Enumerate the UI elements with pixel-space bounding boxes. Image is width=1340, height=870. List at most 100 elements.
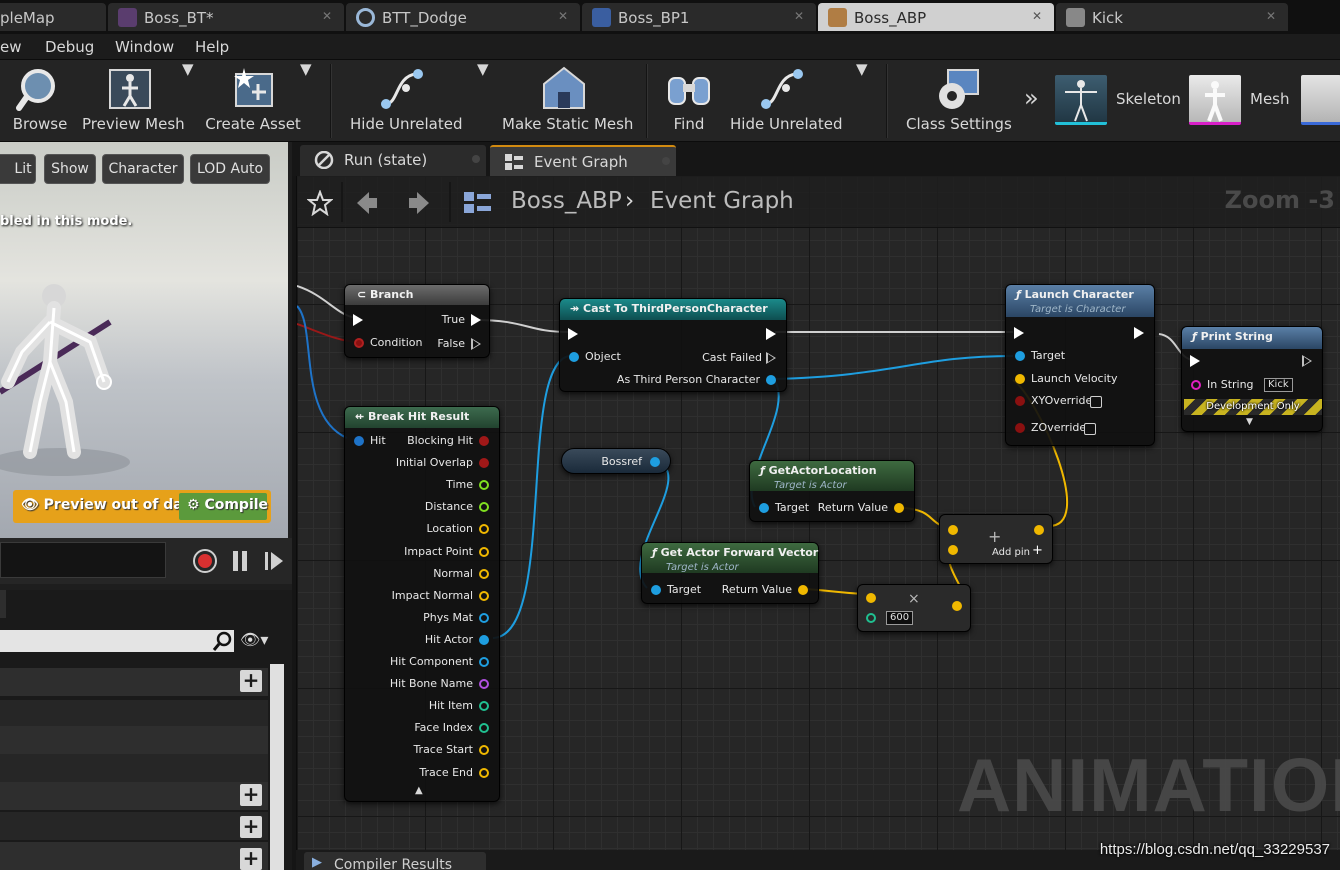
print-string-node[interactable]: ƒ Print String In String Kick Developmen… bbox=[1181, 326, 1323, 432]
lod-button[interactable]: LOD Auto bbox=[190, 154, 270, 184]
panel-tab[interactable] bbox=[0, 590, 6, 618]
close-icon[interactable]: ✕ bbox=[322, 9, 332, 23]
add-button[interactable]: + bbox=[240, 848, 262, 870]
b-pin[interactable] bbox=[948, 545, 958, 555]
object-pin[interactable] bbox=[569, 352, 579, 362]
make-static-mesh-button[interactable]: Make Static Mesh bbox=[502, 60, 633, 140]
break-hit-output-pin[interactable] bbox=[479, 723, 489, 734]
list-item[interactable] bbox=[0, 700, 268, 728]
a-pin[interactable] bbox=[948, 525, 958, 535]
break-hit-output-pin[interactable] bbox=[479, 679, 489, 690]
tab-event-graph[interactable]: Event Graph bbox=[490, 145, 676, 176]
b-pin[interactable] bbox=[866, 613, 876, 623]
breadcrumb-asset[interactable]: Boss_ABP bbox=[511, 188, 622, 214]
hit-pin[interactable] bbox=[354, 436, 364, 446]
exec-in-pin[interactable] bbox=[568, 328, 578, 340]
bossref-pin[interactable] bbox=[650, 457, 660, 467]
list-item[interactable] bbox=[0, 726, 268, 754]
lit-button[interactable]: Lit bbox=[0, 154, 36, 184]
menu-view[interactable]: ew bbox=[0, 38, 22, 56]
bossref-node[interactable]: Bossref bbox=[561, 448, 671, 474]
return-value-pin[interactable] bbox=[798, 585, 808, 595]
get-actor-location-node[interactable]: ƒ GetActorLocation Target is Actor Targe… bbox=[749, 460, 915, 522]
branch-node[interactable]: ⊂ Branch True Condition False bbox=[344, 284, 490, 358]
multiply-value-input[interactable]: 600 bbox=[886, 611, 914, 625]
search-input[interactable] bbox=[0, 630, 234, 652]
break-hit-output-pin[interactable] bbox=[479, 458, 489, 469]
list-item[interactable] bbox=[0, 842, 268, 870]
skeleton-thumbnail[interactable] bbox=[1055, 75, 1107, 125]
exec-out-pin[interactable] bbox=[766, 328, 776, 340]
close-icon[interactable]: ✕ bbox=[1032, 9, 1042, 23]
break-hit-output-pin[interactable] bbox=[479, 745, 489, 756]
chevron-down-icon[interactable]: ▼ bbox=[182, 60, 194, 140]
a-pin[interactable] bbox=[866, 593, 876, 603]
close-icon[interactable]: ✕ bbox=[558, 9, 568, 23]
compile-button[interactable]: ⚙ Compile bbox=[179, 493, 268, 520]
find-button[interactable]: Find bbox=[662, 60, 716, 140]
hide-unrelated-button-2[interactable]: Hide Unrelated bbox=[730, 60, 843, 140]
tab-boss-bp1[interactable]: Boss_BP1 ✕ bbox=[582, 3, 816, 31]
break-hit-output-pin[interactable] bbox=[479, 524, 489, 535]
add-button[interactable]: + bbox=[240, 816, 262, 838]
exec-in-pin[interactable] bbox=[1190, 355, 1200, 367]
break-hit-output-pin[interactable] bbox=[479, 612, 489, 623]
break-hit-output-pin[interactable] bbox=[479, 767, 489, 778]
collapse-arrow-icon[interactable]: ▲ bbox=[415, 785, 423, 796]
multiply-node[interactable]: 600 × bbox=[857, 584, 971, 632]
character-button[interactable]: Character bbox=[102, 154, 184, 184]
tab-compiler-results[interactable]: ▶ Compiler Results bbox=[304, 852, 486, 870]
forward-arrow-icon[interactable] bbox=[407, 190, 431, 216]
break-hit-output-pin[interactable] bbox=[479, 436, 489, 446]
mesh-thumbnail[interactable] bbox=[1189, 75, 1241, 125]
back-arrow-icon[interactable] bbox=[355, 190, 379, 216]
exec-false-pin[interactable] bbox=[471, 338, 481, 350]
launch-velocity-pin[interactable] bbox=[1015, 374, 1025, 384]
break-hit-output-pin[interactable] bbox=[479, 590, 489, 601]
create-asset-button[interactable]: Create Asset bbox=[204, 60, 302, 140]
break-hit-output-pin[interactable] bbox=[479, 480, 489, 491]
close-icon[interactable]: ✕ bbox=[1266, 9, 1276, 23]
class-settings-button[interactable]: Class Settings bbox=[906, 60, 1012, 140]
as-character-pin[interactable] bbox=[766, 375, 776, 385]
close-icon[interactable] bbox=[472, 155, 480, 163]
mesh-label[interactable]: Mesh bbox=[1250, 90, 1290, 108]
add-pin-icon[interactable]: + bbox=[1032, 543, 1043, 558]
star-icon[interactable] bbox=[307, 190, 333, 216]
timeline-field[interactable] bbox=[0, 542, 166, 578]
tab-samplemap[interactable]: pleMap bbox=[0, 3, 106, 31]
hide-unrelated-button[interactable]: Hide Unrelated bbox=[350, 60, 463, 140]
exec-true-pin[interactable] bbox=[471, 314, 481, 326]
step-forward-icon[interactable] bbox=[262, 546, 286, 576]
expand-arrow-icon[interactable]: ▼ bbox=[1246, 417, 1253, 427]
breadcrumb-graph[interactable]: Event Graph bbox=[650, 188, 794, 214]
chevron-down-icon[interactable]: ▼ bbox=[300, 60, 312, 140]
tab-boss-bt[interactable]: Boss_BT* ✕ bbox=[108, 3, 344, 31]
preview-mesh-button[interactable]: Preview Mesh bbox=[82, 60, 185, 140]
list-item[interactable] bbox=[0, 754, 268, 782]
out-pin[interactable] bbox=[1034, 525, 1044, 535]
tab-boss-abp[interactable]: Boss_ABP ✕ bbox=[818, 3, 1054, 31]
exec-out-pin[interactable] bbox=[1302, 355, 1312, 367]
exec-cast-failed-pin[interactable] bbox=[766, 352, 776, 364]
in-string-pin[interactable] bbox=[1191, 380, 1201, 390]
tab-btt-dodge[interactable]: BTT_Dodge ✕ bbox=[346, 3, 580, 31]
break-hit-output-pin[interactable] bbox=[479, 546, 489, 557]
cast-node[interactable]: ↠ Cast To ThirdPersonCharacter Object Ca… bbox=[559, 298, 787, 392]
view-options-icon[interactable]: 👁▾ bbox=[240, 630, 268, 649]
add-button[interactable]: + bbox=[240, 670, 262, 692]
list-item[interactable] bbox=[0, 782, 268, 810]
pause-icon[interactable] bbox=[230, 546, 250, 576]
return-value-pin[interactable] bbox=[894, 503, 904, 513]
condition-pin[interactable] bbox=[354, 338, 364, 348]
menu-window[interactable]: Window bbox=[115, 38, 174, 56]
tab-run-state[interactable]: Run (state) bbox=[300, 145, 486, 176]
menu-debug[interactable]: Debug bbox=[45, 38, 94, 56]
close-icon[interactable] bbox=[662, 157, 670, 165]
out-pin[interactable] bbox=[952, 601, 962, 611]
chevron-down-icon[interactable]: ▼ bbox=[856, 60, 868, 140]
tab-kick[interactable]: Kick ✕ bbox=[1056, 3, 1288, 31]
add-button[interactable]: + bbox=[240, 784, 262, 806]
anim-thumbnail[interactable] bbox=[1301, 75, 1340, 125]
list-item[interactable] bbox=[0, 812, 268, 840]
